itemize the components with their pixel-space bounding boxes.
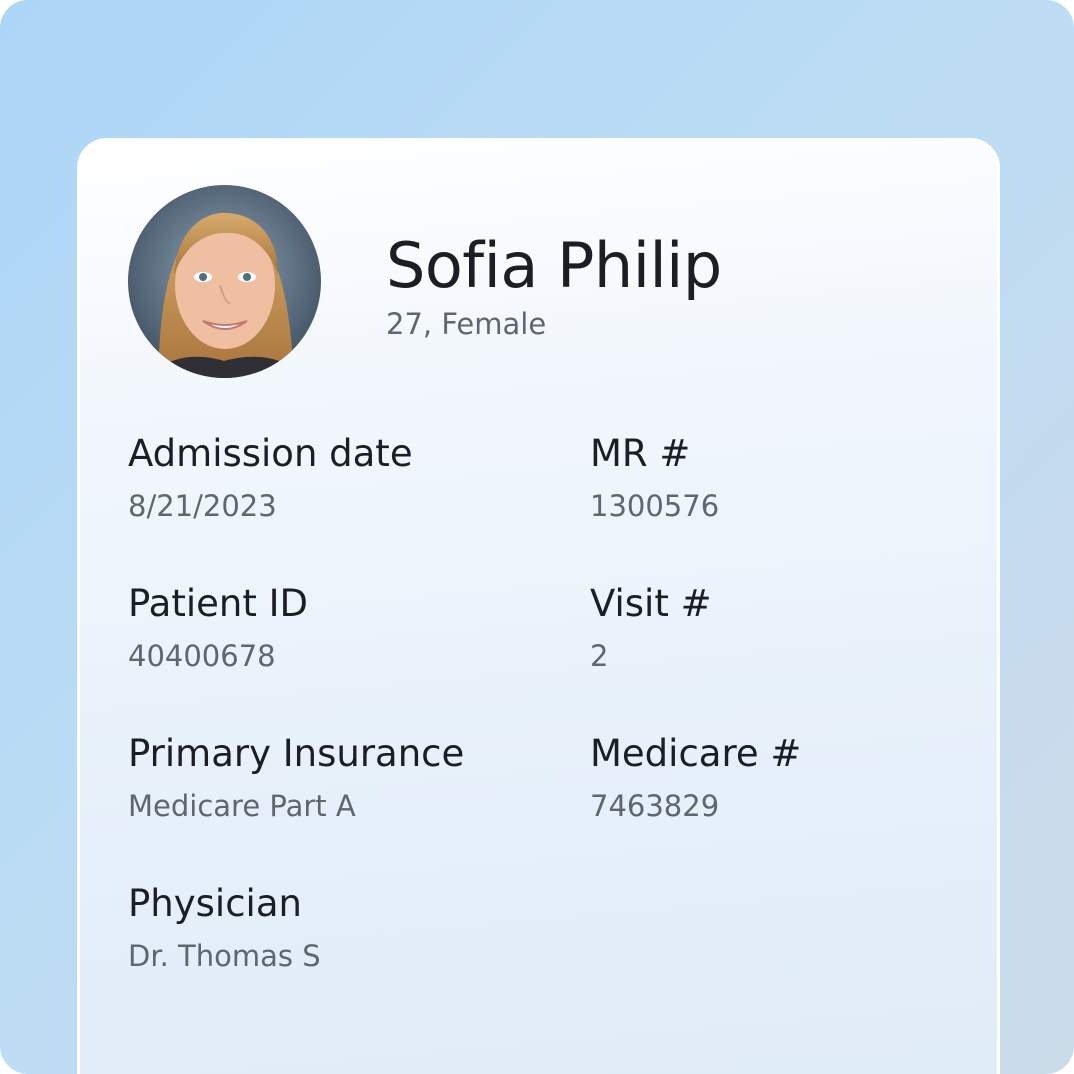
admission-date-value: 8/21/2023 bbox=[128, 489, 277, 523]
patient-demographics: 27, Female bbox=[386, 307, 547, 341]
patient-id-field: Patient ID 40400678 bbox=[128, 585, 308, 671]
medicare-number-label: Medicare # bbox=[590, 732, 802, 775]
admission-date-label: Admission date bbox=[128, 432, 413, 475]
admission-date-field: Admission date 8/21/2023 bbox=[128, 435, 413, 521]
mr-number-field: MR # 1300576 bbox=[590, 435, 719, 521]
mr-number-value: 1300576 bbox=[590, 489, 720, 523]
background-frame: Sofia Philip 27, Female Admission date 8… bbox=[0, 0, 1074, 1074]
patient-card: Sofia Philip 27, Female Admission date 8… bbox=[77, 138, 1000, 1074]
visit-number-field: Visit # 2 bbox=[590, 585, 712, 671]
medicare-number-field: Medicare # 7463829 bbox=[590, 735, 801, 821]
primary-insurance-field: Primary Insurance Medicare Part A bbox=[128, 735, 464, 821]
physician-label: Physician bbox=[128, 882, 302, 925]
patient-id-value: 40400678 bbox=[128, 639, 276, 673]
patient-photo-icon bbox=[128, 185, 321, 378]
mr-number-label: MR # bbox=[590, 432, 691, 475]
primary-insurance-value: Medicare Part A bbox=[128, 789, 356, 823]
physician-value: Dr. Thomas S bbox=[128, 939, 321, 973]
patient-id-label: Patient ID bbox=[128, 582, 308, 625]
patient-name: Sofia Philip bbox=[386, 229, 722, 302]
medicare-number-value: 7463829 bbox=[590, 789, 720, 823]
primary-insurance-label: Primary Insurance bbox=[128, 732, 465, 775]
visit-number-label: Visit # bbox=[590, 582, 712, 625]
physician-field: Physician Dr. Thomas S bbox=[128, 885, 321, 971]
visit-number-value: 2 bbox=[590, 639, 609, 673]
patient-avatar bbox=[128, 185, 321, 378]
